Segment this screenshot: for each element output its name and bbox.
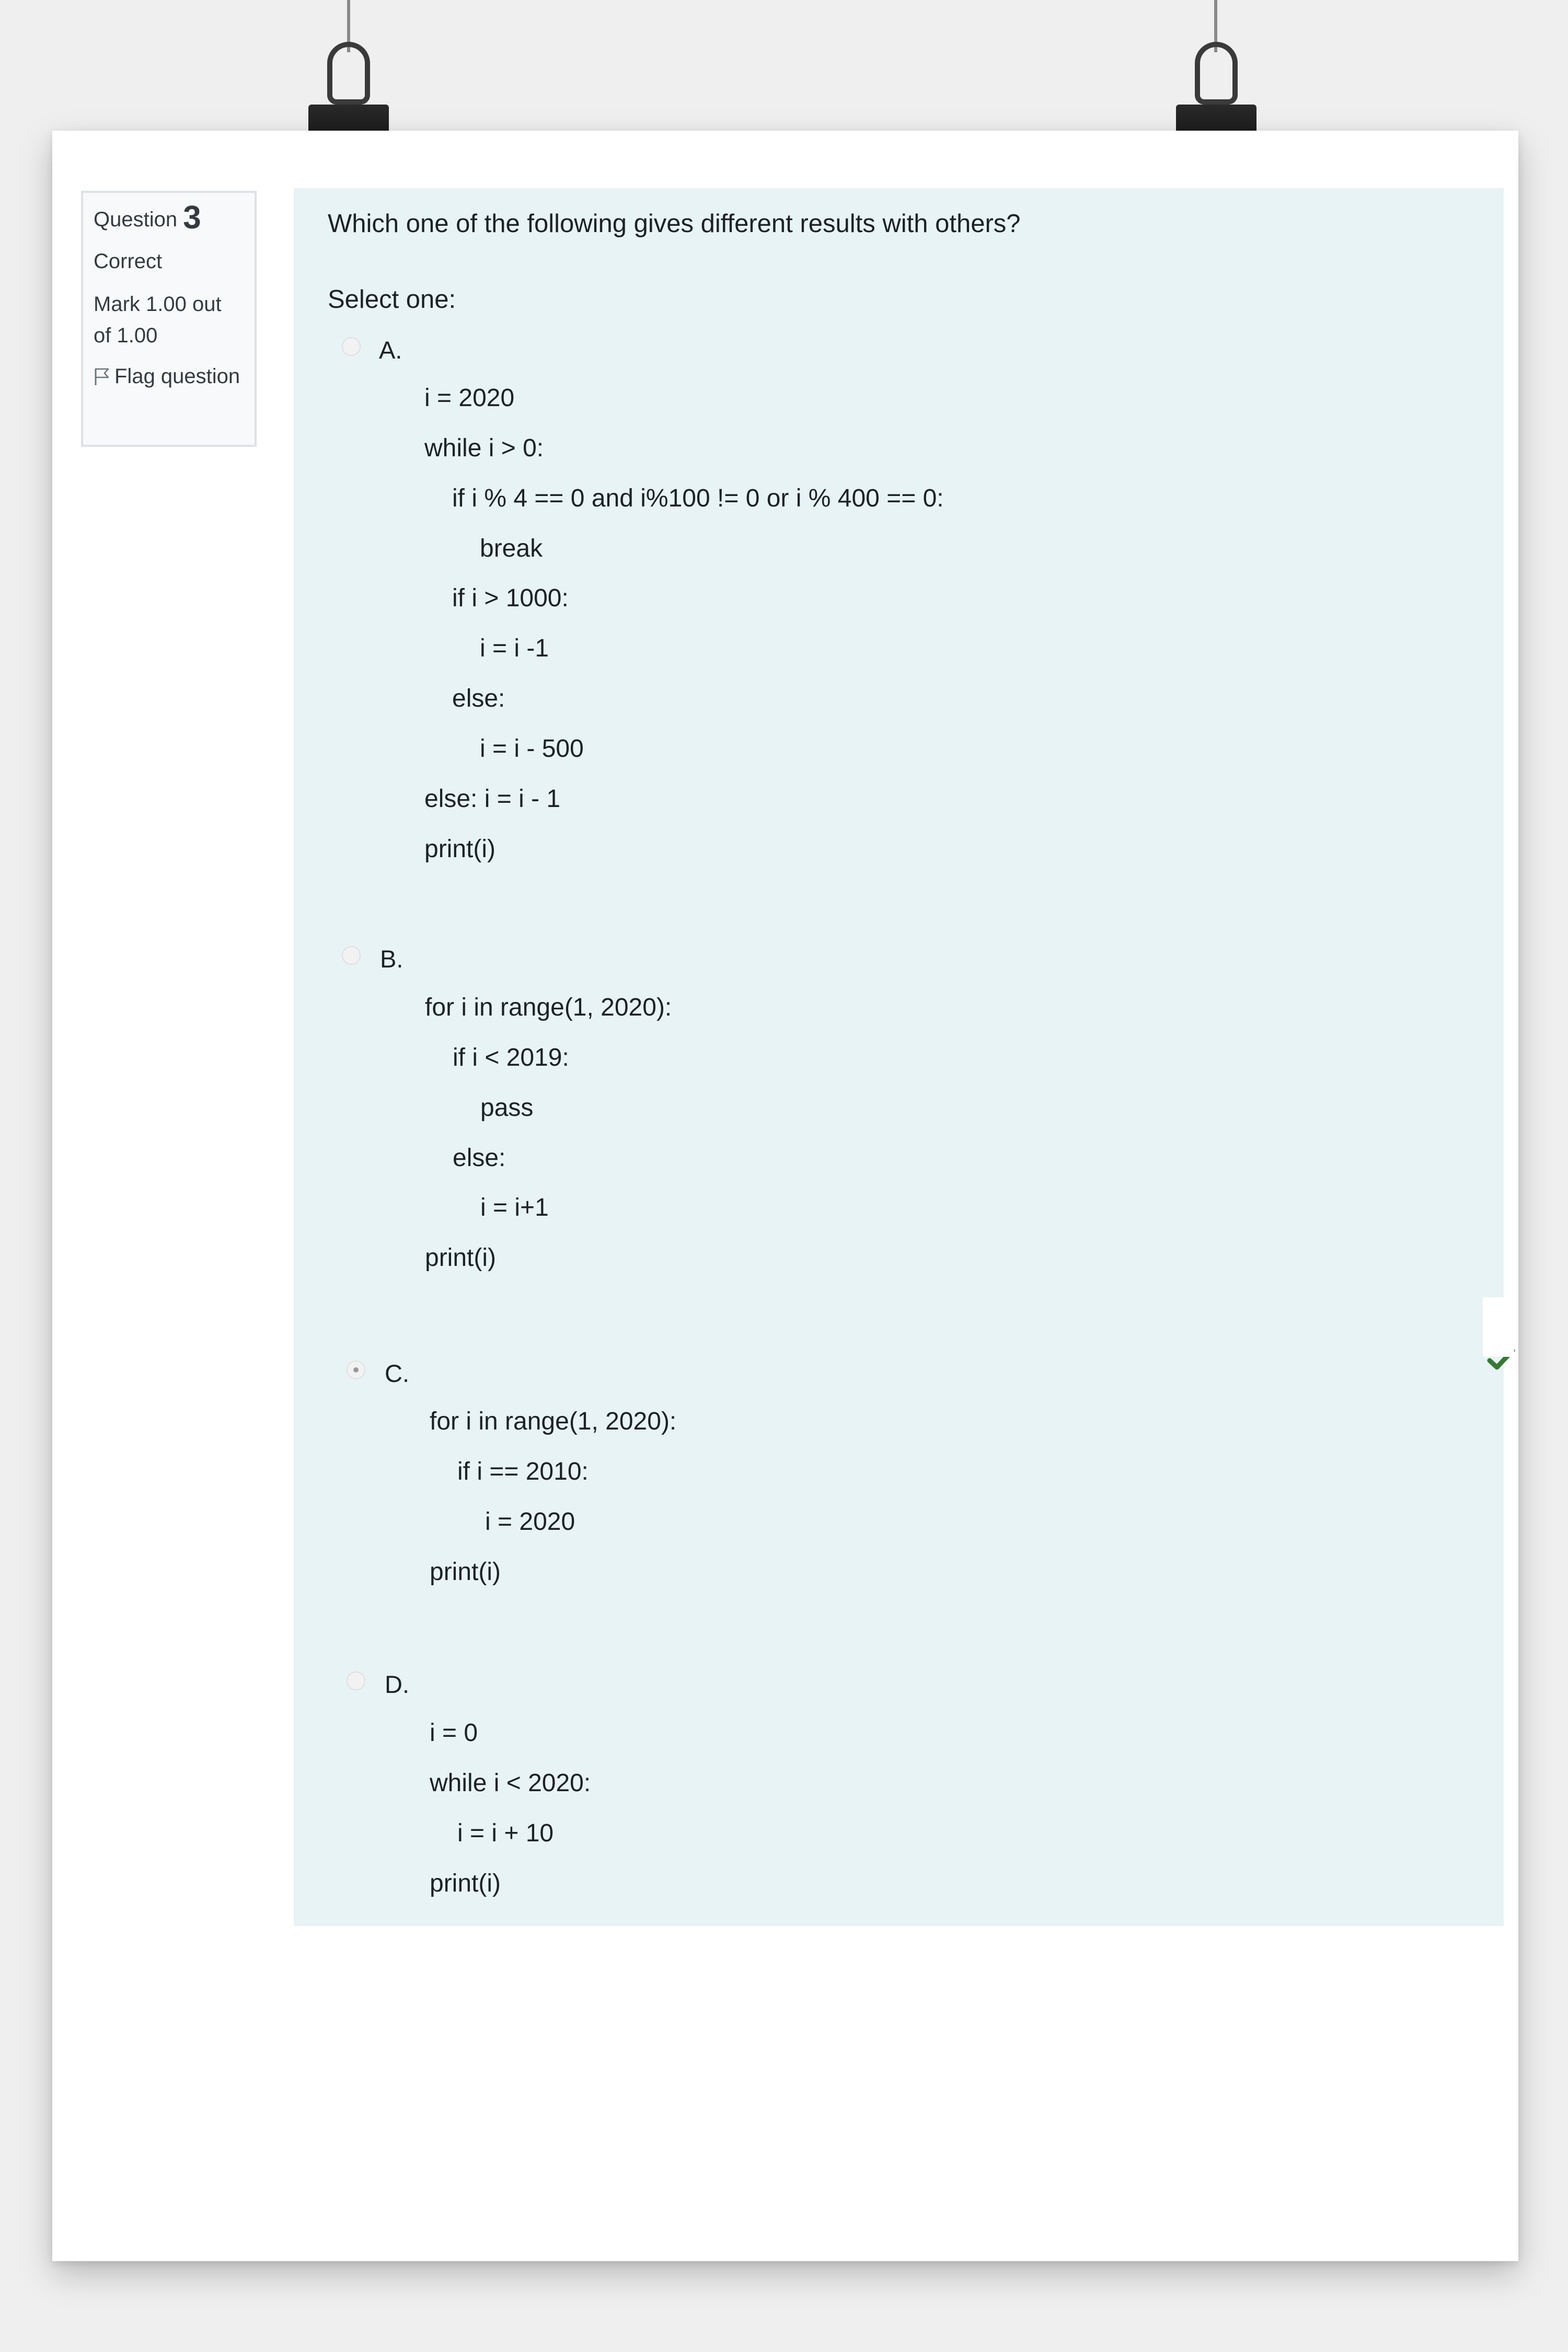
code-line: if i % 4 == 0 and i%100 != 0 or i % 400 …: [452, 485, 944, 512]
code-line: else:: [452, 685, 505, 712]
radio-option-a[interactable]: [342, 337, 361, 356]
question-label: Question: [94, 208, 178, 231]
flag-question-label: Flag question: [114, 365, 240, 388]
paper-sheet: Question 3 Correct Mark 1.00 out of 1.00…: [52, 131, 1518, 2261]
code-line: if i < 2019:: [453, 1044, 569, 1071]
code-line: print(i): [424, 835, 496, 863]
code-line: i = i -1: [480, 635, 549, 662]
code-line: i = i - 500: [480, 735, 584, 763]
code-line: i = 2020: [485, 1508, 575, 1536]
side-drawer-toggle[interactable]: [1483, 1297, 1514, 1357]
code-line: break: [480, 535, 543, 562]
question-text: Which one of the following gives differe…: [328, 210, 1021, 238]
question-content: Which one of the following gives differe…: [294, 188, 1515, 1926]
code-line: i = i + 10: [457, 1819, 554, 1847]
code-line: else:: [453, 1144, 506, 1172]
option-letter-a: A.: [379, 336, 402, 364]
code-line: for i in range(1, 2020):: [430, 1408, 677, 1435]
code-line: i = i+1: [480, 1194, 549, 1221]
option-letter-d: D.: [385, 1670, 409, 1698]
question-info-panel: Question 3 Correct Mark 1.00 out of 1.00…: [81, 191, 257, 447]
radio-option-d[interactable]: [347, 1671, 365, 1690]
select-one-prompt: Select one:: [328, 285, 456, 314]
code-line: pass: [480, 1094, 534, 1122]
flag-question-link[interactable]: Flag question: [94, 361, 244, 392]
code-line: while i > 0:: [424, 434, 544, 462]
code-line: i = 0: [430, 1719, 478, 1747]
code-line: if i > 1000:: [452, 584, 569, 612]
radio-option-b[interactable]: [342, 946, 361, 965]
code-line: print(i): [430, 1870, 501, 1897]
question-state: Correct: [94, 250, 163, 273]
code-line: while i < 2020:: [430, 1769, 591, 1797]
code-line: if i == 2010:: [457, 1458, 589, 1485]
flag-icon: [95, 368, 109, 385]
code-line: i = 2020: [424, 384, 515, 412]
option-letter-b: B.: [380, 945, 403, 973]
radio-option-c[interactable]: [347, 1361, 365, 1379]
question-number: Question 3: [94, 202, 244, 235]
code-line: print(i): [425, 1244, 497, 1272]
code-line: print(i): [430, 1558, 501, 1586]
code-line: for i in range(1, 2020):: [425, 994, 672, 1021]
question-grade: Mark 1.00 out of 1.00: [94, 293, 222, 347]
question-number-value: 3: [183, 200, 201, 236]
option-letter-c: C.: [385, 1359, 409, 1387]
code-line: else: i = i - 1: [424, 785, 561, 813]
